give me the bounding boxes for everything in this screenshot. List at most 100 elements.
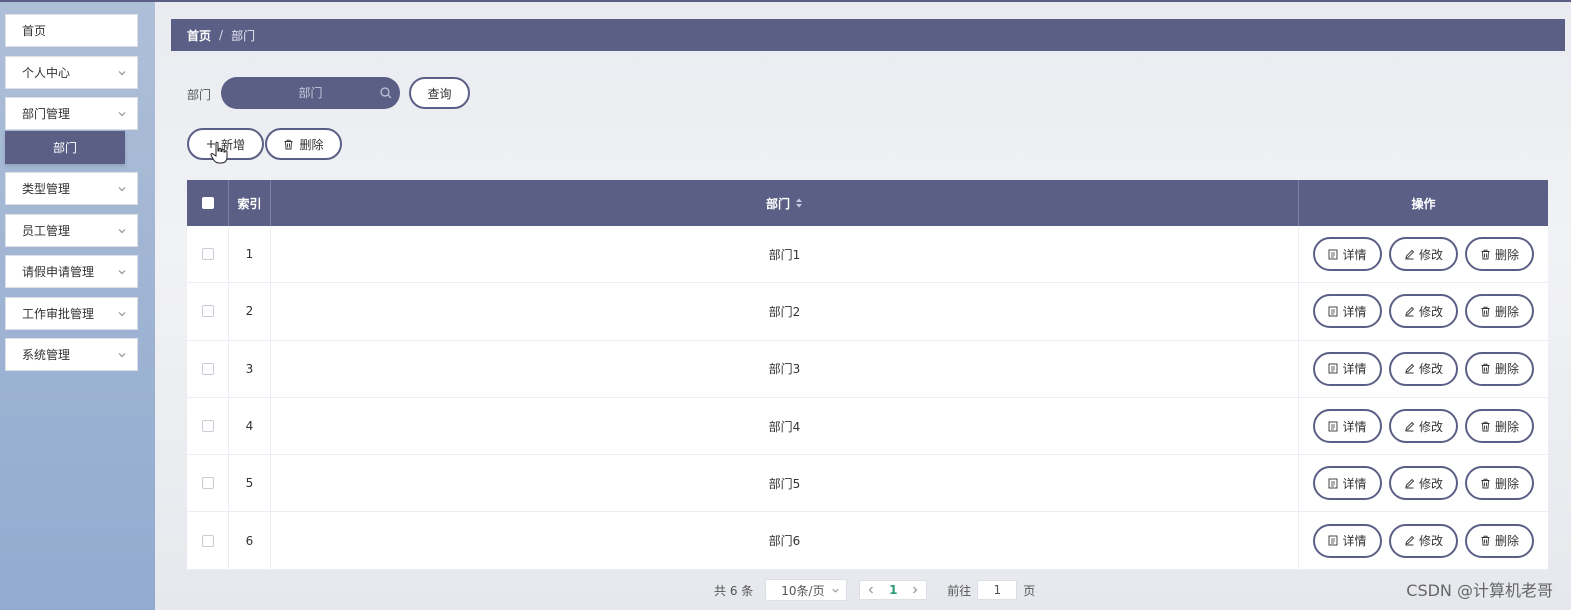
detail-button-label: 详情	[1342, 476, 1367, 491]
batch-delete-button-label: 删除	[299, 137, 324, 152]
trash-icon	[1481, 478, 1490, 489]
detail-button[interactable]: 详情	[1313, 237, 1382, 272]
row-index: 3	[229, 340, 271, 397]
edit-button[interactable]: 修改	[1389, 351, 1458, 386]
edit-button-label: 修改	[1418, 362, 1443, 377]
detail-button[interactable]: 详情	[1313, 294, 1382, 329]
detail-button-label: 详情	[1342, 247, 1367, 262]
header-operations-label: 操作	[1411, 196, 1436, 211]
detail-button[interactable]: 详情	[1313, 409, 1382, 444]
chevron-right-icon[interactable]	[911, 585, 919, 595]
query-button[interactable]: 查询	[409, 77, 470, 109]
sidebar: 首页 个人中心 部门管理 部门 类型管理 员工管理 请假申请管理 工作审批管理 …	[0, 2, 155, 610]
row-checkbox[interactable]	[201, 305, 214, 318]
sidebar-item-label: 请假申请管理	[22, 265, 95, 279]
pagination: 共 6 条 10条/页 1 前往 1 页	[714, 579, 1035, 601]
row-index-value: 5	[245, 476, 254, 491]
sidebar-item-home[interactable]: 首页	[5, 14, 138, 47]
breadcrumb-current: 部门	[231, 28, 256, 43]
delete-button-label: 删除	[1494, 534, 1519, 549]
sidebar-item-personal-center[interactable]: 个人中心	[5, 56, 138, 89]
batch-delete-button[interactable]: 删除	[265, 128, 342, 160]
header-department[interactable]: 部门	[271, 180, 1299, 226]
sidebar-item-label: 类型管理	[22, 182, 71, 196]
delete-button[interactable]: 删除	[1465, 237, 1534, 272]
row-operations: 详情 修改 删除	[1299, 226, 1548, 282]
chevron-down-icon	[118, 353, 126, 358]
row-index-value: 6	[245, 533, 254, 548]
sidebar-item-label: 首页	[22, 24, 47, 38]
search-input[interactable]	[221, 77, 400, 109]
sidebar-item-type-management[interactable]: 类型管理	[5, 172, 138, 205]
page-suffix: 页	[1023, 583, 1036, 598]
row-index: 6	[229, 512, 271, 569]
current-page[interactable]: 1	[889, 583, 897, 597]
row-operations: 详情 修改 删除	[1299, 341, 1548, 397]
sidebar-item-label: 个人中心	[22, 66, 71, 80]
header-select-all-cell	[187, 180, 229, 226]
row-index-value: 3	[245, 361, 254, 376]
breadcrumb-home[interactable]: 首页	[187, 27, 211, 44]
delete-button[interactable]: 删除	[1465, 294, 1534, 329]
chevron-down-icon	[118, 112, 126, 117]
goto-page-input[interactable]: 1	[977, 580, 1018, 600]
detail-button[interactable]: 详情	[1313, 351, 1382, 386]
row-select-cell	[187, 226, 229, 283]
delete-button[interactable]: 删除	[1465, 351, 1534, 386]
header-department-label: 部门	[765, 196, 790, 211]
chevron-left-icon[interactable]	[867, 585, 875, 595]
chevron-down-icon	[118, 187, 126, 192]
delete-button[interactable]: 删除	[1465, 523, 1534, 558]
table-body: 1 部门1 详情 修改 删除 2 部门2 详情 修改 删除 3 部门3 详情 修…	[187, 226, 1548, 570]
edit-button[interactable]: 修改	[1389, 466, 1458, 501]
row-checkbox[interactable]	[201, 420, 214, 433]
header-index-label: 索引	[237, 196, 262, 211]
pencil-icon	[1405, 249, 1415, 260]
sidebar-item-department-management[interactable]: 部门管理	[5, 97, 138, 130]
row-index: 4	[229, 397, 271, 455]
sidebar-item-work-approval[interactable]: 工作审批管理	[5, 297, 138, 330]
row-checkbox[interactable]	[201, 362, 214, 375]
sidebar-item-label: 员工管理	[22, 224, 71, 238]
hand-cursor-icon	[210, 141, 228, 164]
delete-button[interactable]: 删除	[1465, 466, 1534, 501]
row-select-cell	[187, 283, 229, 340]
edit-button[interactable]: 修改	[1389, 237, 1458, 272]
edit-button[interactable]: 修改	[1389, 294, 1458, 329]
delete-button-label: 删除	[1494, 247, 1519, 262]
delete-button[interactable]: 删除	[1465, 409, 1534, 444]
sidebar-subitem-department[interactable]: 部门	[5, 131, 125, 164]
edit-button[interactable]: 修改	[1389, 523, 1458, 558]
document-icon	[1329, 249, 1338, 260]
select-all-checkbox[interactable]	[201, 197, 214, 209]
row-checkbox[interactable]	[201, 248, 214, 261]
watermark: CSDN @计算机老哥	[1406, 581, 1553, 600]
edit-button-label: 修改	[1418, 304, 1443, 319]
detail-button[interactable]: 详情	[1313, 523, 1382, 558]
row-department: 部门2	[271, 283, 1299, 340]
trash-icon	[1481, 363, 1490, 374]
sidebar-item-leave-application[interactable]: 请假申请管理	[5, 255, 138, 288]
row-department-value: 部门5	[768, 476, 801, 491]
pencil-icon	[1405, 535, 1415, 546]
search-icon	[380, 87, 392, 99]
pencil-icon	[1405, 364, 1415, 374]
edit-button[interactable]: 修改	[1389, 409, 1458, 444]
table-row: 6 部门6 详情 修改 删除	[187, 512, 1548, 570]
header-index: 索引	[229, 180, 271, 226]
page-size-select[interactable]: 10条/页	[765, 579, 848, 601]
row-department-value: 部门2	[768, 304, 801, 319]
row-checkbox[interactable]	[201, 534, 214, 547]
table-row: 4 部门4 详情 修改 删除	[187, 397, 1548, 456]
detail-button[interactable]: 详情	[1313, 466, 1382, 501]
table-row: 3 部门3 详情 修改 删除	[187, 340, 1548, 398]
table-row: 5 部门5 详情 修改 删除	[187, 455, 1548, 513]
sort-icon[interactable]	[795, 198, 803, 208]
row-department: 部门5	[271, 455, 1299, 512]
trash-icon	[284, 139, 293, 149]
pencil-icon	[1405, 306, 1415, 317]
sidebar-item-system-management[interactable]: 系统管理	[5, 338, 138, 371]
sidebar-item-employee-management[interactable]: 员工管理	[5, 214, 138, 247]
goto-label: 前往	[947, 583, 972, 598]
row-checkbox[interactable]	[201, 477, 214, 490]
